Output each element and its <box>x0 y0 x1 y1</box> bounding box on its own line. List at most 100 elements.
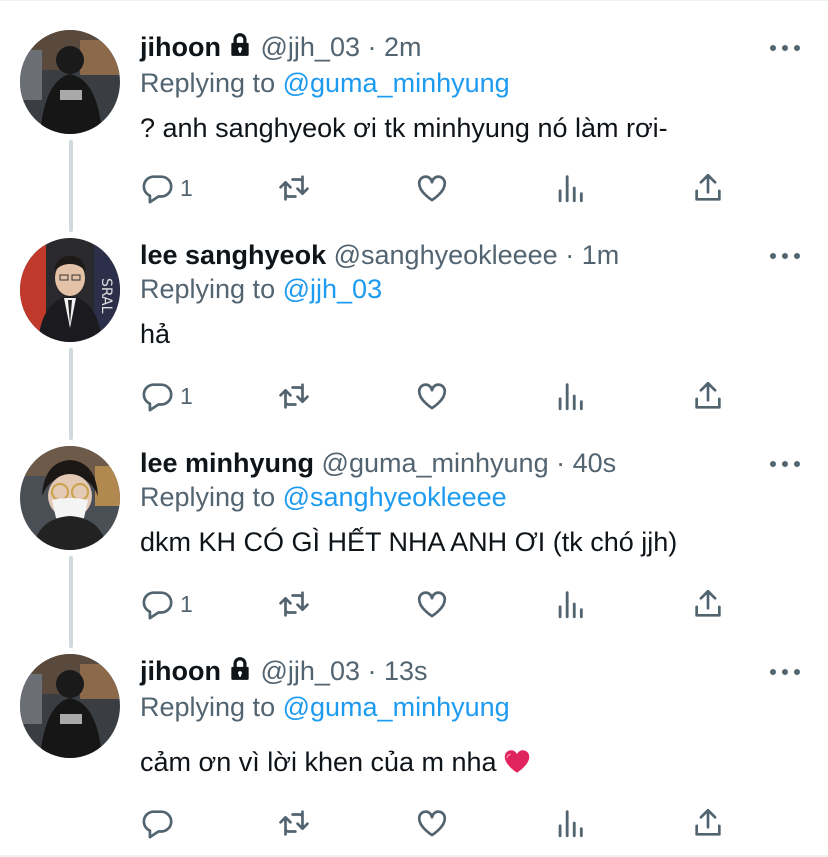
retweet-icon <box>279 810 309 836</box>
share-button[interactable] <box>691 587 725 621</box>
like-button[interactable] <box>415 171 449 205</box>
share-button[interactable] <box>691 171 725 205</box>
tweet-header: lee minhyung @guma_minhyung · 40s <box>140 446 804 480</box>
tweet-text: ? anh sanghyeok ơi tk minhyung nó làm rơ… <box>140 113 668 143</box>
more-options-icon[interactable] <box>770 459 800 469</box>
like-button[interactable] <box>415 379 449 413</box>
mention-link[interactable]: @guma_minhyung <box>283 68 510 98</box>
tweet-header: jihoon @jjh_03 · 13s <box>140 654 804 690</box>
analytics-button[interactable] <box>553 587 587 621</box>
lock-icon <box>227 32 253 66</box>
action-bar: 1 <box>140 171 740 205</box>
reply-button[interactable]: 1 <box>140 587 193 621</box>
more-options-icon[interactable] <box>770 251 800 261</box>
tweet[interactable]: SRAL lee sanghyeok @sanghyeokleeee · 1m … <box>0 208 828 416</box>
avatar-jihoon-icon <box>20 30 120 134</box>
share-icon <box>695 173 721 201</box>
display-name[interactable]: jihoon <box>140 32 221 62</box>
replying-to: Replying to @guma_minhyung <box>140 66 804 100</box>
retweet-button[interactable] <box>277 587 311 621</box>
reply-button[interactable]: 1 <box>140 379 193 413</box>
reply-button[interactable]: 1 <box>140 171 193 205</box>
retweet-button[interactable] <box>277 379 311 413</box>
reply-icon <box>142 810 173 839</box>
retweet-button[interactable] <box>277 806 311 840</box>
reply-icon <box>142 175 173 204</box>
tweet-text: hả <box>140 319 171 349</box>
replying-to: Replying to @sanghyeokleeee <box>140 480 804 514</box>
tweet[interactable]: jihoon @jjh_03 · 2m Replying to @guma_mi… <box>0 0 828 216</box>
replying-label: Replying to <box>140 68 276 98</box>
retweet-button[interactable] <box>277 171 311 205</box>
analytics-button[interactable] <box>553 171 587 205</box>
like-icon <box>417 175 447 202</box>
separator: · <box>367 656 377 686</box>
avatar[interactable]: SRAL <box>20 238 120 342</box>
separator: · <box>565 240 575 270</box>
mention-link[interactable]: @sanghyeokleeee <box>283 482 507 512</box>
display-name[interactable]: jihoon <box>140 656 221 686</box>
retweet-icon <box>279 175 309 201</box>
replying-label: Replying to <box>140 274 276 304</box>
replying-to: Replying to @jjh_03 <box>140 272 804 306</box>
timestamp[interactable]: 2m <box>384 32 422 62</box>
replying-label: Replying to <box>140 482 276 512</box>
avatar[interactable] <box>20 30 120 134</box>
timestamp[interactable]: 13s <box>384 656 428 686</box>
handle[interactable]: @jjh_03 <box>261 656 360 686</box>
action-bar: 1 <box>140 379 740 413</box>
analytics-button[interactable] <box>553 379 587 413</box>
tweet-header: jihoon @jjh_03 · 2m <box>140 30 804 66</box>
share-icon <box>695 381 721 409</box>
more-options-icon[interactable] <box>770 43 800 53</box>
avatar-minhyung-icon <box>20 446 120 550</box>
tweet-header: lee sanghyeok @sanghyeokleeee · 1m <box>140 238 804 272</box>
retweet-icon <box>279 383 309 409</box>
reply-button[interactable] <box>140 806 174 840</box>
share-button[interactable] <box>691 379 725 413</box>
mention-link[interactable]: @jjh_03 <box>283 274 382 304</box>
share-button[interactable] <box>691 806 725 840</box>
handle[interactable]: @guma_minhyung <box>322 448 549 478</box>
tweet-text: dkm KH CÓ GÌ HẾT NHA ANH ƠI (tk chó jjh) <box>140 527 678 557</box>
reply-count: 1 <box>180 590 193 617</box>
timestamp[interactable]: 1m <box>582 240 620 270</box>
reply-icon <box>142 383 173 412</box>
like-icon <box>417 810 447 837</box>
replying-to: Replying to @guma_minhyung <box>140 690 804 724</box>
retweet-icon <box>279 591 309 617</box>
separator: · <box>556 448 566 478</box>
tweet[interactable]: lee minhyung @guma_minhyung · 40s Replyi… <box>0 416 828 624</box>
display-name[interactable]: lee minhyung <box>140 448 314 478</box>
avatar[interactable] <box>20 446 120 550</box>
share-icon <box>695 808 721 836</box>
like-icon <box>417 591 447 618</box>
replying-label: Replying to <box>140 692 276 722</box>
mention-link[interactable]: @guma_minhyung <box>283 692 510 722</box>
like-button[interactable] <box>415 806 449 840</box>
avatar-jihoon-icon <box>20 654 120 758</box>
avatar[interactable] <box>20 654 120 758</box>
more-options-icon[interactable] <box>770 667 800 677</box>
analytics-icon <box>558 591 583 619</box>
reply-icon <box>142 591 173 620</box>
like-icon <box>417 383 447 410</box>
analytics-button[interactable] <box>553 806 587 840</box>
timestamp[interactable]: 40s <box>573 448 617 478</box>
analytics-icon <box>558 810 583 838</box>
reply-count: 1 <box>180 174 193 201</box>
display-name[interactable]: lee sanghyeok <box>140 240 326 270</box>
reply-count: 1 <box>180 382 193 409</box>
tweet-text-row: cảm ơn vì lời khen của m nha <box>140 744 804 783</box>
handle[interactable]: @jjh_03 <box>261 32 360 62</box>
tweet[interactable]: jihoon @jjh_03 · 13s Replying to @guma_m… <box>0 624 828 855</box>
lock-icon <box>227 656 253 690</box>
red-heart-icon <box>503 747 531 783</box>
like-button[interactable] <box>415 587 449 621</box>
separator: · <box>367 32 377 62</box>
analytics-icon <box>558 175 583 203</box>
action-bar <box>140 806 740 840</box>
analytics-icon <box>558 383 583 411</box>
action-bar: 1 <box>140 587 740 621</box>
handle[interactable]: @sanghyeokleeee <box>334 240 558 270</box>
